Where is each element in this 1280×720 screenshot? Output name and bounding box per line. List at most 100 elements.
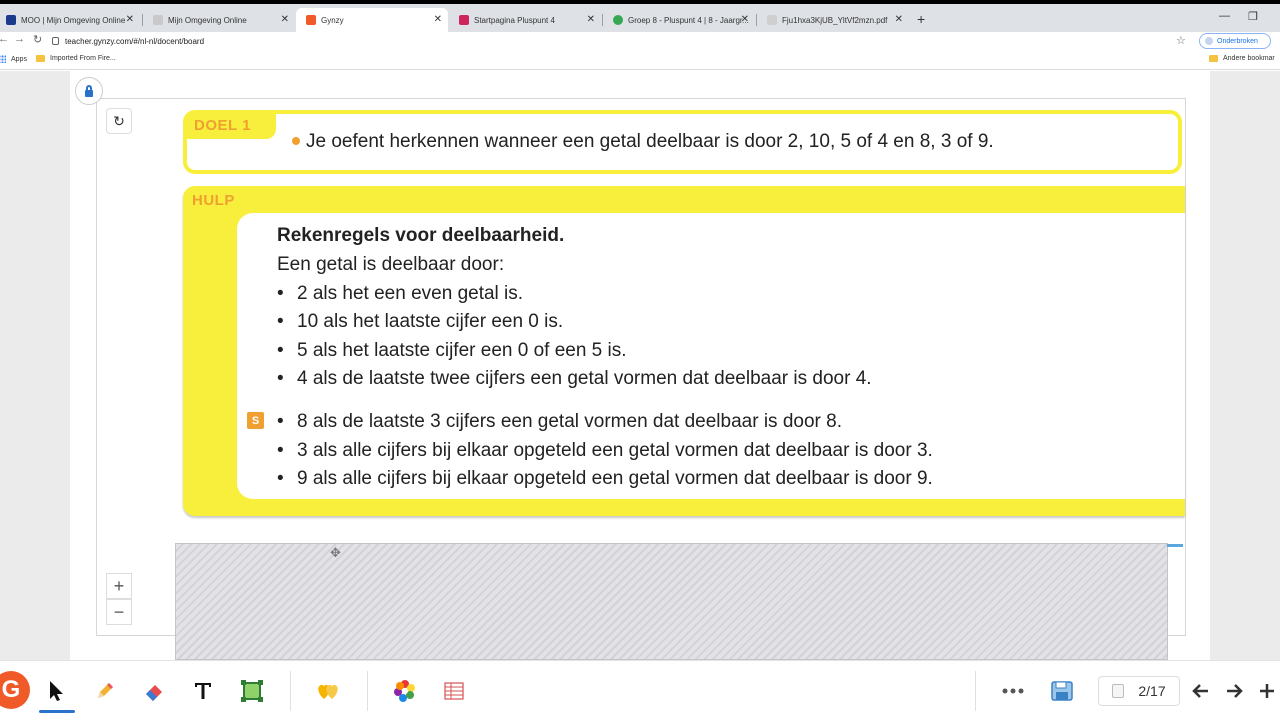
rule-item: • 3 als alle cijfers bij elkaar opgeteld … [277,440,933,461]
bookmarks-bar: Apps Imported From Fire... Andere bookma… [0,50,1280,70]
tab-title: Startpagina Pluspunt 4 [474,15,555,25]
avatar-icon [1205,37,1213,45]
move-icon[interactable]: ✥ [330,545,341,561]
next-page-button[interactable] [1219,676,1249,706]
bookmark-imported[interactable]: Imported From Fire... [36,55,116,62]
pointer-tool[interactable] [41,676,71,706]
prev-page-button[interactable] [1186,676,1216,706]
pluspunt-favicon-icon [459,15,469,25]
gynzy-logo[interactable]: G [0,671,30,709]
bookmark-other[interactable]: Andere bookmar [1209,55,1275,62]
bookmark-label: Imported From Fire... [50,55,116,62]
close-tab-icon[interactable]: ✕ [434,14,442,25]
add-page-button[interactable] [1252,676,1280,706]
lock-button[interactable] [75,77,103,105]
new-tab-icon[interactable]: + [917,11,925,27]
bookmark-label: Andere bookmar [1223,55,1275,62]
close-tab-icon[interactable]: ✕ [741,14,749,25]
rule-item: • 10 als het laatste cijfer een 0 is. [277,311,564,332]
doel-bullet [292,137,300,145]
close-tab-icon[interactable]: ✕ [895,14,903,25]
tab-gynzy[interactable]: Gynzy ✕ [296,8,448,32]
screen-cover-panel[interactable] [175,543,1168,660]
s-badge: S [247,412,264,429]
address-bar: ← → ↻ teacher.gynzy.com/#/nl-nl/docent/b… [0,32,1280,50]
moo-favicon-icon [6,15,16,25]
url-text: teacher.gynzy.com/#/nl-nl/docent/board [65,36,205,46]
cover-handle[interactable] [1167,544,1183,547]
pointer-icon [50,681,63,701]
drive-favicon-icon [613,15,623,25]
hearts-tool[interactable] [313,676,343,706]
hearts-icon [318,684,338,699]
folder-icon [1209,55,1218,62]
rule-item: • 5 als het laatste cijfer een 0 of een 5… [277,340,627,361]
doel-text: Je oefent herkennen wanneer een getal de… [306,131,994,152]
forward-icon[interactable]: → [14,33,25,45]
tab-pdf[interactable]: Fju1hxa3KjUB_YltVf2mzn.pdf ✕ [757,8,909,32]
more-button[interactable] [998,676,1028,706]
pencil-icon [98,683,113,698]
hulp-label: HULP [192,192,235,209]
secure-lock-icon [52,37,59,45]
bookmark-apps[interactable]: Apps [0,55,27,63]
add-page-icon [1260,684,1274,698]
zoom-out-button[interactable]: − [106,599,132,625]
minimize-icon[interactable]: — [1219,10,1230,22]
tab-title: MOO | Mijn Omgeving Online [21,15,126,25]
bottom-toolbar: G 2/17 [0,660,1280,720]
shape-icon [241,680,263,702]
close-tab-icon[interactable]: ✕ [281,14,289,25]
doel-label: DOEL 1 [194,117,251,134]
page-icon [1112,684,1125,698]
next-page-icon [1227,684,1243,698]
text-tool[interactable] [188,676,218,706]
rule-item: • 8 als de laatste 3 cijfers een getal vo… [277,411,842,432]
zoom-in-button[interactable]: + [106,573,132,599]
gynzy-favicon-icon [306,15,316,25]
bookmark-star-icon[interactable]: ☆ [1176,34,1186,47]
close-tab-icon[interactable]: ✕ [126,14,134,25]
browser-tab-bar: MOO | Mijn Omgeving Online ✕ Mijn Omgevi… [0,0,1280,32]
refresh-button[interactable]: ↻ [106,108,132,134]
back-icon[interactable]: ← [0,33,9,45]
tab-groep-8[interactable]: Groep 8 - Pluspunt 4 | 8 - Jaargr... ✕ [603,8,755,32]
restore-icon[interactable]: ❐ [1248,10,1258,23]
page-favicon-icon [153,15,163,25]
rule-item: • 4 als de laatste twee cijfers een getal… [277,368,872,389]
profile-button[interactable]: Onderbroken [1199,33,1271,49]
tab-title: Gynzy [321,15,344,25]
pencil-tool[interactable] [90,676,120,706]
tab-title: Mijn Omgeving Online [168,15,247,25]
tab-title: Fju1hxa3KjUB_YltVf2mzn.pdf [782,15,888,25]
save-button[interactable] [1047,676,1077,706]
page-counter-label: 2/17 [1138,683,1166,699]
eraser-tool[interactable] [139,676,169,706]
table-icon [444,682,464,700]
tab-mijn-omgeving[interactable]: Mijn Omgeving Online ✕ [143,8,295,32]
save-icon [1051,681,1073,701]
folder-icon [36,55,45,62]
rule-item: • 2 als het een even getal is. [277,283,524,304]
more-icon [1002,688,1024,694]
bookmark-label: Apps [11,55,27,63]
apps-grid-icon [0,55,6,63]
color-wheel-icon [394,680,415,702]
shape-tool[interactable] [237,676,267,706]
prev-page-icon [1192,684,1208,698]
url-input[interactable]: teacher.gynzy.com/#/nl-nl/docent/board [52,32,1192,50]
refresh-icon: ↻ [113,112,125,129]
table-tool[interactable] [439,676,469,706]
reload-icon[interactable]: ↻ [33,33,42,46]
tab-title: Groep 8 - Pluspunt 4 | 8 - Jaargr... [628,15,749,25]
tab-moo[interactable]: MOO | Mijn Omgeving Online ✕ [0,8,140,32]
pdf-favicon-icon [767,15,777,25]
eraser-icon [146,685,162,701]
close-tab-icon[interactable]: ✕ [587,14,595,25]
rule-item: • 9 als alle cijfers bij elkaar opgeteld … [277,468,933,489]
tab-startpagina[interactable]: Startpagina Pluspunt 4 ✕ [449,8,601,32]
page-counter[interactable]: 2/17 [1098,676,1180,706]
color-wheel-tool[interactable] [390,676,420,706]
text-icon [195,683,211,699]
hulp-title: Rekenregels voor deelbaarheid. [277,225,565,246]
